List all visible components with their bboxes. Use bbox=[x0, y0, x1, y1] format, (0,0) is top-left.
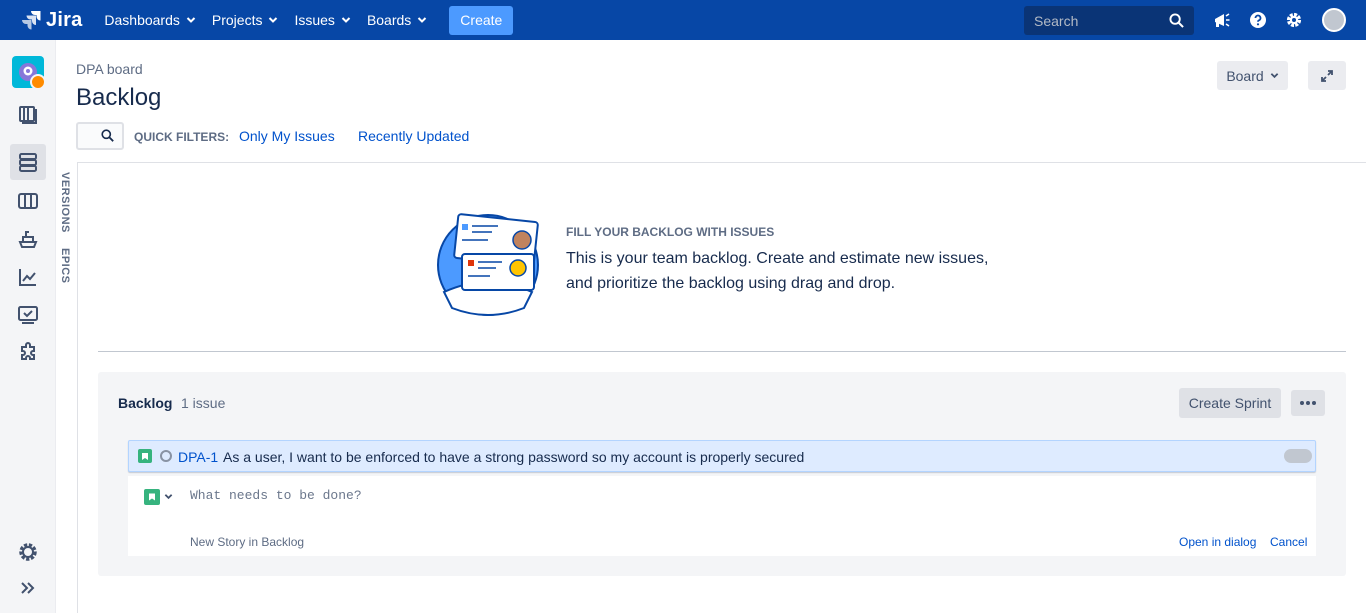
chevron-down-icon bbox=[341, 17, 351, 23]
more-actions-button[interactable] bbox=[1291, 390, 1325, 416]
search-icon[interactable] bbox=[1169, 13, 1184, 28]
jira-logo-text: Jira bbox=[46, 8, 83, 31]
backlog-search-input[interactable] bbox=[76, 122, 124, 150]
backlog-title: Backlog bbox=[118, 395, 173, 411]
side-panel-tabs: VERSIONS EPICS bbox=[56, 162, 78, 613]
chevron-down-icon bbox=[418, 17, 427, 23]
status-icon bbox=[160, 450, 172, 462]
fullscreen-button[interactable] bbox=[1308, 61, 1346, 90]
issues-icon[interactable] bbox=[10, 297, 46, 333]
nav-issues-label: Issues bbox=[294, 12, 335, 28]
header-divider bbox=[78, 162, 1366, 163]
inline-create: New Story in Backlog Open in dialog Canc… bbox=[128, 476, 1316, 556]
help-icon[interactable] bbox=[1248, 10, 1268, 30]
quick-filters-label: QUICK FILTERS: bbox=[134, 130, 230, 144]
addons-icon[interactable] bbox=[10, 335, 46, 371]
issue-key-link[interactable]: DPA-1 bbox=[178, 449, 218, 465]
estimate-badge bbox=[1284, 449, 1312, 463]
empty-state-text: This is your team backlog. Create and es… bbox=[566, 250, 989, 292]
chevron-down-icon bbox=[1270, 73, 1278, 79]
global-search bbox=[1024, 6, 1194, 35]
search-icon bbox=[101, 129, 114, 142]
nav-dashboards-label: Dashboards bbox=[104, 12, 180, 28]
backlog-illustration bbox=[437, 213, 539, 316]
nav-projects[interactable]: Projects bbox=[204, 0, 287, 40]
chevron-down-icon bbox=[186, 17, 196, 23]
nav-issues[interactable]: Issues bbox=[286, 0, 358, 40]
create-issue-input[interactable] bbox=[190, 488, 790, 503]
nav-dashboards[interactable]: Dashboards bbox=[96, 0, 204, 40]
page-title: Backlog bbox=[76, 84, 162, 111]
expand-icon bbox=[1321, 69, 1333, 82]
backlog-icon[interactable] bbox=[10, 144, 46, 180]
expand-sidebar-icon[interactable] bbox=[10, 570, 46, 606]
settings-icon[interactable] bbox=[1284, 10, 1304, 30]
issue-type-story-icon[interactable] bbox=[144, 489, 160, 505]
empty-state-title: FILL YOUR BACKLOG WITH ISSUES bbox=[566, 225, 775, 239]
filter-recently-updated[interactable]: Recently Updated bbox=[358, 128, 469, 144]
board-icon[interactable] bbox=[10, 183, 46, 219]
breadcrumb[interactable]: DPA board bbox=[76, 61, 143, 77]
issue-summary: As a user, I want to be enforced to have… bbox=[223, 449, 805, 465]
open-in-dialog-link[interactable]: Open in dialog bbox=[1179, 535, 1256, 549]
create-sprint-button[interactable]: Create Sprint bbox=[1179, 388, 1281, 418]
nav-boards-label: Boards bbox=[366, 12, 412, 28]
backlog-issue-count: 1 issue bbox=[181, 395, 226, 411]
jira-logo-icon bbox=[22, 11, 41, 30]
roadmap-icon[interactable] bbox=[10, 96, 46, 132]
releases-icon[interactable] bbox=[10, 221, 46, 257]
search-input[interactable] bbox=[1034, 12, 1164, 29]
issue-row[interactable]: DPA-1 As a user, I want to be enforced t… bbox=[128, 440, 1316, 472]
tab-epics[interactable]: EPICS bbox=[59, 248, 71, 284]
story-icon bbox=[138, 449, 152, 463]
backlog-divider bbox=[98, 351, 1346, 352]
filter-only-my-issues[interactable]: Only My Issues bbox=[239, 128, 335, 144]
jira-logo[interactable]: Jira bbox=[20, 0, 82, 40]
board-dropdown-button[interactable]: Board bbox=[1217, 61, 1288, 90]
tab-versions[interactable]: VERSIONS bbox=[59, 172, 71, 233]
chevron-down-icon bbox=[269, 17, 278, 23]
create-hint: New Story in Backlog bbox=[190, 535, 305, 549]
project-sidebar bbox=[0, 40, 56, 613]
top-navigation: Jira Dashboards Projects Issues Boards C… bbox=[0, 0, 1366, 40]
board-button-label: Board bbox=[1226, 67, 1264, 84]
nav-boards[interactable]: Boards bbox=[359, 0, 435, 40]
profile-avatar[interactable] bbox=[1322, 8, 1346, 32]
create-button[interactable]: Create bbox=[449, 5, 514, 35]
project-settings-icon[interactable] bbox=[10, 534, 46, 570]
reports-icon[interactable] bbox=[10, 259, 46, 295]
cancel-link[interactable]: Cancel bbox=[1270, 535, 1307, 549]
nav-projects-label: Projects bbox=[211, 12, 263, 28]
more-icon bbox=[1300, 401, 1316, 405]
project-type-badge bbox=[30, 74, 46, 90]
chevron-down-icon[interactable] bbox=[164, 492, 173, 501]
notifications-icon[interactable] bbox=[1212, 10, 1232, 30]
